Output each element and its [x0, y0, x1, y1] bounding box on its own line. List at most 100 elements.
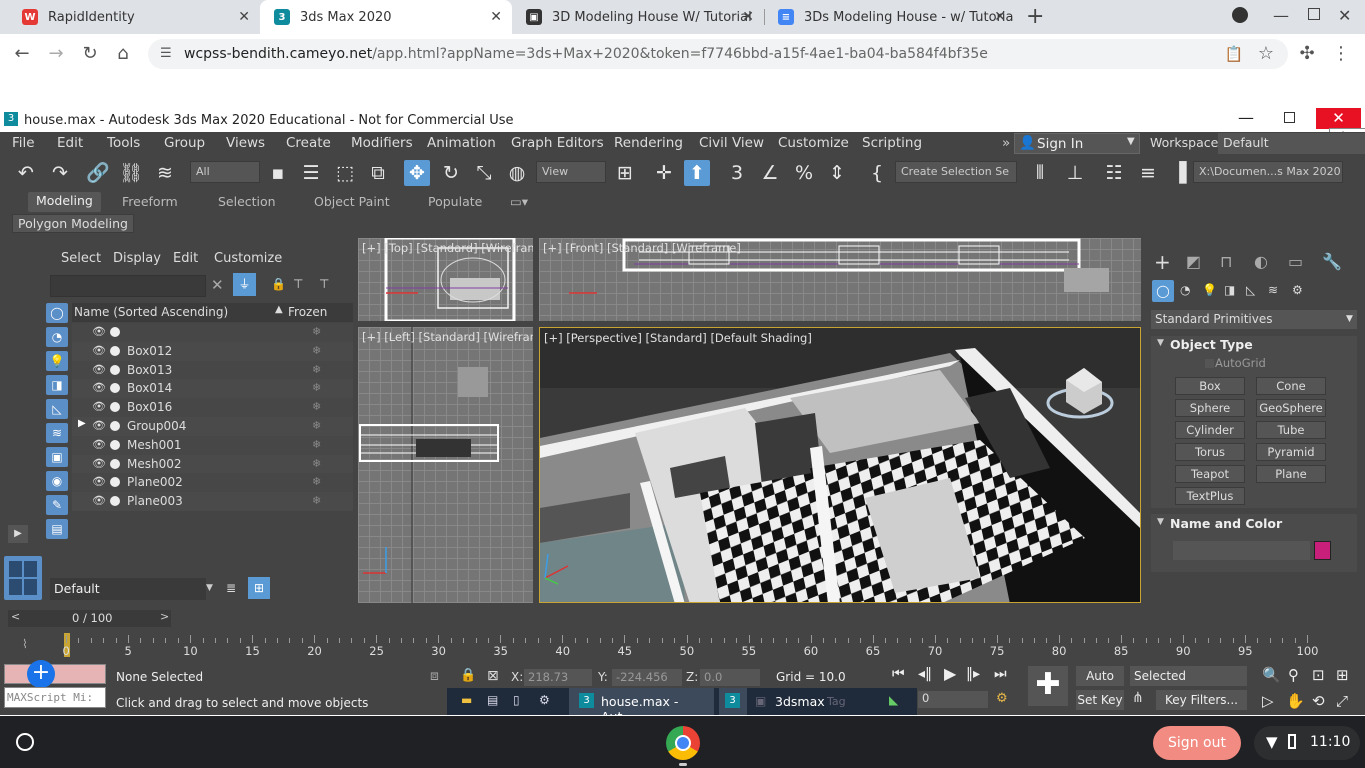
viewport-perspective[interactable]: [+] [Perspective] [Standard] [Default Sh… [539, 327, 1141, 603]
forward-icon[interactable]: → [44, 42, 68, 66]
visibility-eye-icon[interactable]: 👁 [92, 438, 106, 451]
modify-tab-icon[interactable]: ◩ [1186, 252, 1201, 271]
auto-key-button[interactable]: Auto Key [1076, 666, 1124, 703]
teapot-button[interactable]: Teapot [1175, 465, 1245, 483]
close-tab-icon[interactable]: ✕ [490, 9, 502, 25]
minimize-window-icon[interactable]: — [1238, 108, 1254, 127]
scale-icon[interactable]: ⤡ [471, 160, 497, 186]
document-icon[interactable]: ▯ [513, 693, 520, 707]
visibility-eye-icon[interactable]: 👁 [92, 325, 106, 338]
torus-button[interactable]: Torus [1175, 443, 1245, 461]
menu-modifiers[interactable]: Modifiers [351, 135, 413, 151]
new-tab-icon[interactable]: + [1026, 4, 1044, 29]
tab-populate[interactable]: Populate [428, 194, 482, 209]
display-bones-icon[interactable]: ✎ [46, 495, 68, 515]
menu-group[interactable]: Group [164, 135, 205, 151]
address-bar[interactable]: ☰ wcpss-bendith.cameyo.net/app.html?appN… [148, 39, 1288, 69]
lock-icon[interactable]: 🔒 [271, 277, 286, 291]
zoom-icon[interactable]: 🔍 [1262, 666, 1281, 684]
visibility-eye-icon[interactable]: 👁 [92, 494, 106, 507]
browser-menu-icon[interactable]: ⋮ [1329, 42, 1353, 66]
sign-in-dropdown[interactable]: 👤 Sign In ▼ [1014, 133, 1140, 154]
menu-animation[interactable]: Animation [427, 135, 496, 151]
align-icon[interactable]: ⊥ [1062, 160, 1088, 186]
frozen-column-header[interactable]: Frozen [288, 305, 327, 319]
object-type-title[interactable]: Object Type [1170, 337, 1253, 352]
systems-icon[interactable]: ⚙ [1292, 283, 1303, 297]
helpers-icon[interactable]: ◺ [1246, 283, 1255, 297]
notepad-icon[interactable]: ▤ [487, 693, 498, 707]
clipboard-icon[interactable]: 📋 [1222, 42, 1246, 66]
visibility-eye-icon[interactable]: 👁 [92, 400, 106, 413]
file-explorer-icon[interactable]: ▬ [461, 693, 472, 707]
layer-dropdown[interactable]: Default [50, 578, 206, 600]
y-coordinate[interactable]: -224.456 [612, 669, 682, 686]
orbit-icon[interactable]: ⟲ [1312, 692, 1325, 710]
table-row[interactable]: 👁 Mesh001 ❄ [72, 435, 353, 455]
timeline-track[interactable]: ⌇ 0 5 10 15 20 25 30 35 40 45 50 55 60 65 70 75 80 85 90 95… [0, 633, 1365, 660]
zoom-extents-icon[interactable]: ⊡ [1312, 666, 1325, 684]
name-color-title[interactable]: Name and Color [1170, 516, 1282, 531]
maximize-viewport-icon[interactable]: ⤢ [1336, 692, 1348, 710]
workspaces-select[interactable]: Default [1218, 133, 1365, 154]
menu-tools[interactable]: Tools [107, 135, 140, 151]
zoom-all-icon[interactable]: ⚲ [1288, 666, 1299, 684]
table-row[interactable]: 👁 Box013 ❄ [72, 360, 353, 380]
taskbar-item-house[interactable]: 3 house.max - Aut... [569, 688, 714, 724]
plane-button[interactable]: Plane [1256, 465, 1326, 483]
menu-customize[interactable]: Customize [778, 135, 849, 151]
keyboard-shortcut-override-icon[interactable]: ⬆ [684, 160, 710, 186]
render-toggle-icon[interactable] [110, 458, 120, 469]
visibility-eye-icon[interactable]: 👁 [92, 475, 106, 488]
display-cameras-icon[interactable]: ◨ [46, 375, 68, 395]
window-crossing-icon[interactable]: ⧉ [365, 160, 391, 186]
mirror-icon[interactable]: ⫴ [1027, 160, 1053, 186]
se-menu-edit[interactable]: Edit [173, 251, 198, 266]
object-name-input[interactable] [1173, 541, 1310, 560]
sync-selection-icon[interactable]: ⊤ [319, 277, 329, 291]
close-browser-icon[interactable]: ✕ [1338, 6, 1351, 25]
close-tab-icon[interactable]: ✕ [742, 9, 754, 25]
project-folder-dropdown[interactable]: X:\Documen...s Max 2020 [1193, 161, 1343, 183]
restore-window-icon[interactable] [1284, 112, 1295, 123]
pivot-center-icon[interactable]: ⊞ [612, 160, 638, 186]
tab-search-icon[interactable] [1232, 7, 1248, 23]
collapse-icon[interactable]: ▼ [1157, 517, 1164, 527]
link-icon[interactable]: 🔗 [85, 160, 111, 186]
pyramid-button[interactable]: Pyramid [1256, 443, 1326, 461]
table-row[interactable]: 👁 Box012 ❄ [72, 341, 353, 361]
tube-button[interactable]: Tube [1256, 421, 1326, 439]
tab-modeling-doc[interactable]: ≡ 3Ds Modeling House - w/ Tutoria ✕ [764, 0, 1016, 34]
go-to-end-icon[interactable]: ⏭ [994, 666, 1007, 682]
table-row[interactable]: 👁 Plane003 ❄ [72, 492, 353, 512]
place-icon[interactable]: ◍ [504, 160, 530, 186]
restore-browser-icon[interactable] [1308, 8, 1320, 20]
tab-modeling[interactable]: Modeling [28, 192, 101, 212]
close-window-button[interactable]: ✕ [1316, 108, 1361, 129]
render-toggle-icon[interactable] [110, 327, 120, 337]
box-button[interactable]: Box [1175, 377, 1245, 395]
key-mode-dropdown[interactable]: Selected [1130, 666, 1247, 686]
tab-modeling-tutorial[interactable]: ▣ 3D Modeling House W/ Tutorial ✕ [512, 0, 764, 34]
viewport-front-label[interactable]: [+] [Front] [Standard] [Wireframe] [543, 241, 741, 255]
polygon-modeling-panel[interactable]: Polygon Modeling [12, 214, 134, 233]
absolute-mode-icon[interactable]: ⊠ [487, 668, 499, 684]
menu-overflow-icon[interactable]: » [1002, 135, 1010, 151]
menu-file[interactable]: File [12, 135, 35, 151]
frozen-snowflake-icon[interactable]: ❄ [312, 475, 321, 488]
frozen-snowflake-icon[interactable]: ❄ [312, 419, 321, 432]
utilities-tab-icon[interactable]: 🔧 [1322, 252, 1342, 271]
add-button[interactable]: + [27, 660, 55, 688]
layer-stack-icon[interactable]: ≣ [226, 581, 236, 595]
display-groups-icon[interactable]: ▣ [46, 447, 68, 467]
spacewarps-icon[interactable]: ≋ [1268, 283, 1278, 297]
percent-snap-icon[interactable]: % [791, 160, 817, 186]
se-menu-select[interactable]: Select [61, 251, 101, 266]
display-geometry-icon[interactable]: ◯ [46, 303, 68, 323]
angle-snap-icon[interactable]: ∠ [757, 160, 783, 186]
lights-icon[interactable]: 💡 [1202, 283, 1217, 297]
render-toggle-icon[interactable] [110, 383, 120, 394]
rectangular-selection-icon[interactable]: ⬚ [332, 160, 358, 186]
display-tab-icon[interactable]: ▭ [1288, 252, 1303, 271]
maxscript-input[interactable]: MAXScript Mi: [4, 687, 106, 708]
